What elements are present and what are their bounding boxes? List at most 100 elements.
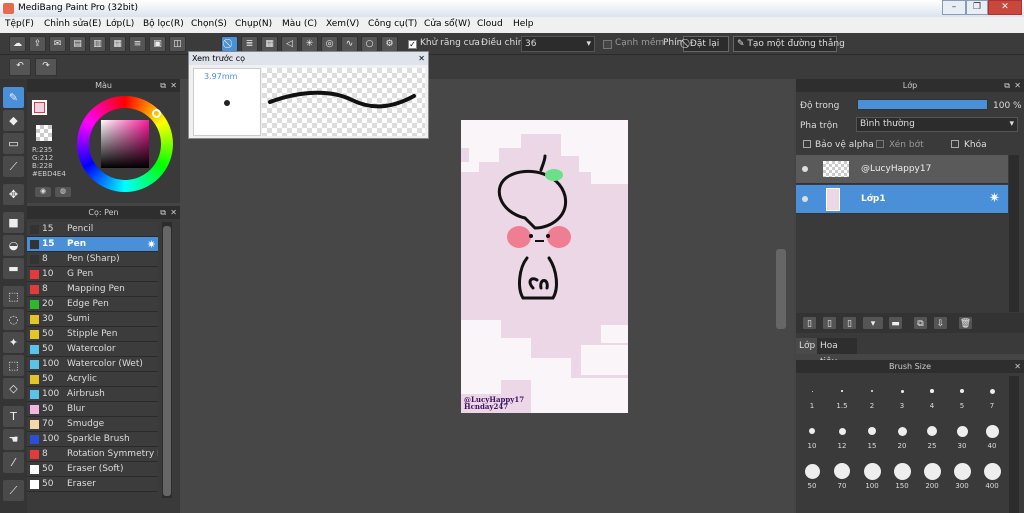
menu-capture[interactable]: Chụp(N) [235,19,272,29]
lock-checkbox[interactable] [951,140,959,148]
color-mode-button[interactable]: ◉ [35,187,51,197]
brush-size-option[interactable]: 400 [978,460,1006,498]
brush-item[interactable]: 8 Rotation Symmetry Pe [27,447,158,462]
brush-item[interactable]: 100 Airbrush [27,387,158,402]
magic-wand-tool-icon[interactable]: ✦ [3,332,24,353]
fill-shape-icon[interactable]: ■ [3,212,24,233]
popout-icon[interactable]: ⧉ [160,79,166,92]
brush-item-selected[interactable]: 15 Pen ✷ [27,237,158,252]
menu-file[interactable]: Tệp(F) [5,19,34,29]
menu-cloud[interactable]: Cloud [477,19,503,29]
lasso-tool-icon[interactable]: ◌ [3,309,24,330]
circle-snap-icon[interactable]: ○ [361,36,378,52]
brush-item[interactable]: 100 Sparkle Brush [27,432,158,447]
brush-item[interactable]: 15 Pencil [27,222,158,237]
gear-icon[interactable]: ✷ [147,237,156,252]
brush-size-option[interactable]: 50 [798,460,826,498]
pages-icon[interactable]: ▣ [149,36,166,52]
cloud-icon[interactable]: ☁ [9,36,26,52]
brush-size-option[interactable]: 3 [888,380,916,418]
brush-size-option[interactable]: 12 [828,420,856,458]
eyedropper-tool-icon[interactable]: ⁄ [3,452,24,473]
brush-item[interactable]: 20 Edge Pen [27,297,158,312]
edge-checkbox[interactable] [603,40,612,49]
reset-button[interactable]: ⃠ Đặt lại [683,36,729,52]
brush-size-option[interactable]: 5 [948,380,976,418]
move-tool-icon[interactable]: ✥ [3,184,24,205]
menu-layer[interactable]: Lớp(L) [106,19,134,29]
brush-size-option[interactable]: 20 [888,420,916,458]
eye-icon[interactable] [802,196,808,202]
hue-picker-handle[interactable] [152,109,161,118]
close-icon[interactable]: ✕ [1014,79,1021,92]
grid-snap-icon[interactable]: ▦ [261,36,278,52]
brush-item[interactable]: 100 Watercolor (Wet) [27,357,158,372]
brush-size-scrollbar[interactable] [1009,376,1019,513]
blend-select[interactable]: Bình thường ▾ [856,117,1018,132]
select-tool-icon[interactable]: ⬚ [3,286,24,307]
new-layer-1bit-icon[interactable]: ▯ [842,316,857,330]
new-layer-8bit-icon[interactable]: ▯ [822,316,837,330]
brush-item[interactable]: 50 Blur [27,402,158,417]
brush-item[interactable]: 30 Sumi [27,312,158,327]
clipping-checkbox[interactable] [876,140,884,148]
brush-size-option[interactable]: 1.5 [828,380,856,418]
brush-size-option[interactable]: 300 [948,460,976,498]
brush-size-option[interactable]: 4 [918,380,946,418]
brush-size-option[interactable]: 100 [858,460,886,498]
brush-item[interactable]: 8 Pen (Sharp) [27,252,158,267]
snap-settings-icon[interactable]: ⚙ [381,36,398,52]
layout-icon[interactable]: ◫ [169,36,186,52]
close-icon[interactable]: ✕ [418,52,425,65]
menu-filter[interactable]: Bộ lọc(R) [143,19,184,29]
brush-item[interactable]: 50 Watercolor [27,342,158,357]
gradient-tool-icon[interactable]: ▬ [3,258,24,279]
brush-size-option[interactable]: 10 [798,420,826,458]
scrollbar-thumb[interactable] [163,226,171,496]
select-eraser-tool-icon[interactable]: ◇ [3,378,24,399]
primary-color-swatch[interactable] [32,100,47,115]
palette-button[interactable]: ◍ [55,187,71,197]
brush-item[interactable]: 50 Eraser (Soft) [27,462,158,477]
adjust-select[interactable]: 36 ▾ [521,36,595,52]
snap-off-icon[interactable]: ⃠ [221,36,238,52]
brush-size-option[interactable]: 2 [858,380,886,418]
folder-icon[interactable]: ▬ [888,316,903,330]
bucket-tool-icon[interactable]: ◒ [3,235,24,256]
menu-color[interactable]: Màu (C) [282,19,317,29]
straight-line-button[interactable]: ✎ Tạo một đường thẳng [733,36,845,52]
close-icon[interactable]: ✕ [170,79,177,92]
radial-snap-icon[interactable]: ✳ [301,36,318,52]
brush-size-option[interactable]: 25 [918,420,946,458]
close-icon[interactable]: ✕ [1014,360,1021,373]
grid-page-icon[interactable]: ▦ [109,36,126,52]
brush-size-option[interactable]: 15 [858,420,886,458]
drawing-canvas[interactable]: @LucyHappy17 Hcnday247 [461,120,628,413]
brush-list-scrollbar[interactable] [162,222,172,498]
popout-icon[interactable]: ⧉ [1004,79,1010,92]
comment-icon[interactable]: ✉ [49,36,66,52]
tab-layer[interactable]: Lớp [796,338,817,354]
opacity-slider[interactable] [857,99,988,110]
antialias-checkbox[interactable]: ✓ [408,40,417,49]
menu-select[interactable]: Chọn(S) [191,19,227,29]
hand-tool-icon[interactable]: ☚ [3,429,24,450]
tab-navigator[interactable]: Hoa tiêu [817,338,857,367]
page-icon[interactable]: ▥ [89,36,106,52]
brush-size-option[interactable]: 70 [828,460,856,498]
delete-layer-icon[interactable]: 🗑 [958,316,973,330]
brush-size-option[interactable]: 7 [978,380,1006,418]
layer-scrollbar[interactable] [1009,155,1019,312]
brush-item[interactable]: 50 Stipple Pen [27,327,158,342]
share-icon[interactable]: ⇪ [29,36,46,52]
undo-icon[interactable]: ↶ [9,58,31,76]
brush-tool-icon[interactable]: ✎ [3,87,24,108]
dot-tool-icon[interactable]: ⟋ [3,156,24,177]
add-layer-menu-icon[interactable]: ▾ [862,316,884,330]
brush-item[interactable]: 10 G Pen [27,267,158,282]
brush-size-option[interactable]: 1 [798,380,826,418]
page-list-icon[interactable]: ≡ [129,36,146,52]
curve-snap-icon[interactable]: ∿ [341,36,358,52]
menu-window[interactable]: Cửa sổ(W) [424,19,470,29]
brush-item[interactable]: 70 Smudge [27,417,158,432]
